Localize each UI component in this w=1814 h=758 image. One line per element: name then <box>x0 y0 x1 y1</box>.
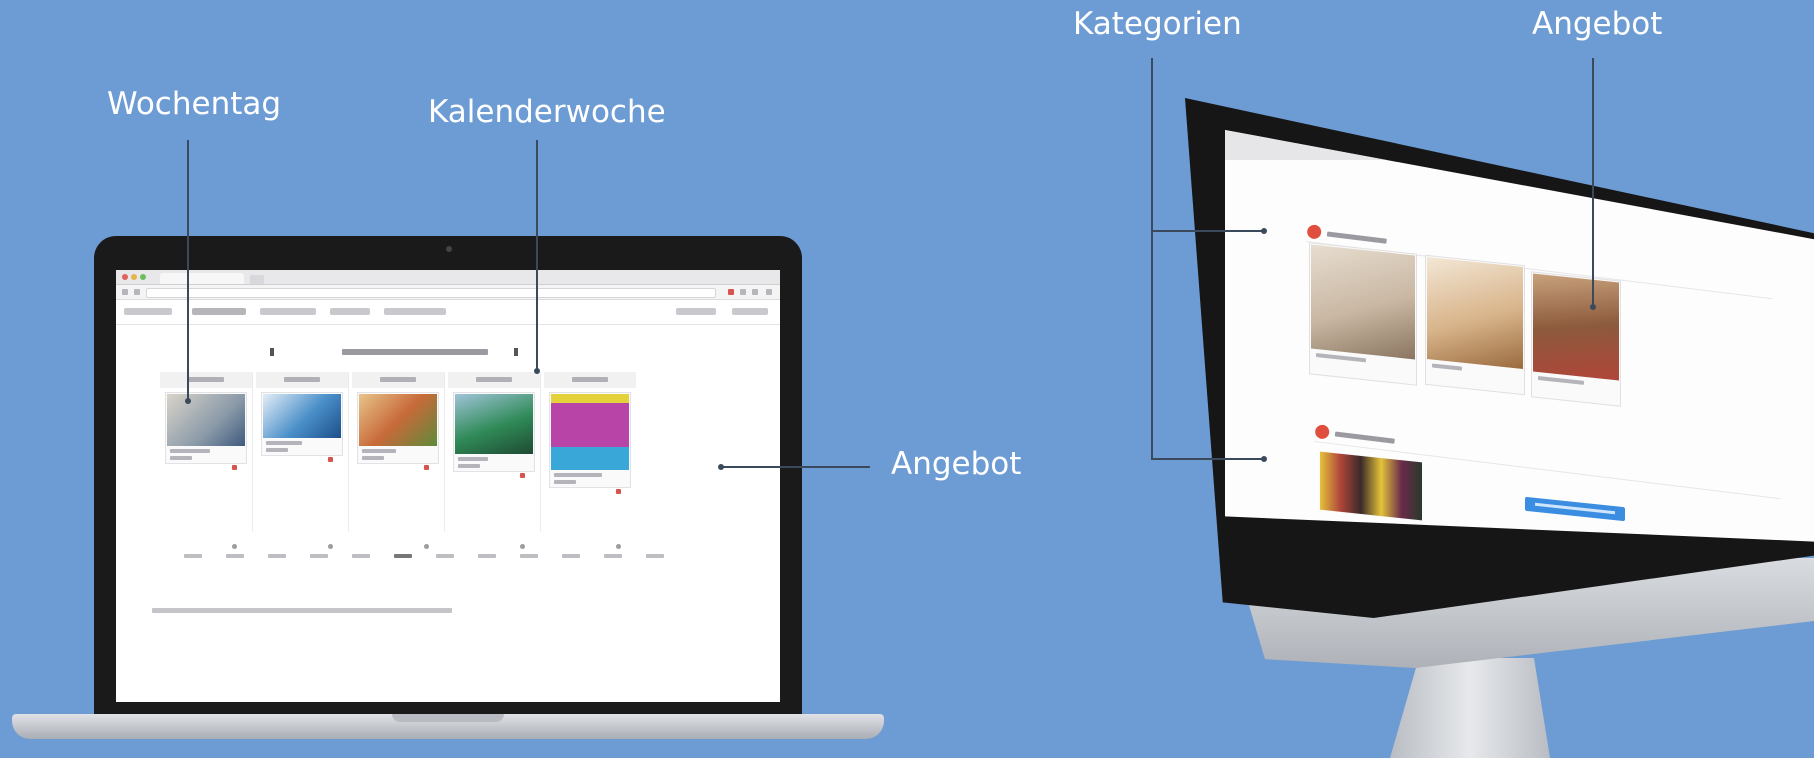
weekday-header <box>256 372 348 388</box>
add-icon[interactable] <box>232 544 237 549</box>
close-window-icon[interactable] <box>122 274 128 280</box>
address-bar <box>116 285 780 300</box>
offer-card[interactable] <box>1309 242 1417 386</box>
time-selector <box>176 540 676 570</box>
maximize-window-icon[interactable] <box>140 274 146 280</box>
imac-device <box>1185 98 1814 758</box>
calendar-week-nav <box>116 346 780 362</box>
offer-image <box>263 394 341 438</box>
callout-wochentag: Wochentag <box>107 86 282 122</box>
leader-dot <box>1261 228 1267 234</box>
callout-kategorien: Kategorien <box>1073 6 1242 42</box>
leader-dot <box>718 464 724 470</box>
leader-line <box>536 140 538 370</box>
offer-card[interactable] <box>357 392 439 470</box>
browser-tab[interactable] <box>160 273 244 284</box>
calendar-week-label <box>342 349 488 355</box>
leader-line <box>1151 230 1263 232</box>
leader-line <box>722 466 870 468</box>
imac-screen <box>1225 130 1814 542</box>
new-tab-button[interactable] <box>250 275 264 284</box>
prev-week-arrow-icon[interactable] <box>270 348 274 356</box>
offer-image <box>1533 273 1619 381</box>
offer-card[interactable] <box>1319 450 1423 522</box>
leader-dot <box>1261 456 1267 462</box>
offer-image <box>167 394 245 446</box>
category-label <box>1326 231 1387 244</box>
weekday-header <box>352 372 444 388</box>
delete-icon[interactable] <box>232 465 237 470</box>
offer-image <box>1320 451 1422 521</box>
offer-card[interactable] <box>1531 271 1621 407</box>
weekday-header <box>544 372 636 388</box>
nav-item-active[interactable] <box>192 308 246 315</box>
delete-icon[interactable] <box>328 457 333 462</box>
leader-dot <box>534 368 540 374</box>
leader-dot <box>185 398 191 404</box>
extension-icon[interactable] <box>728 289 734 295</box>
leader-line <box>187 140 189 402</box>
weekday-header <box>448 372 540 388</box>
add-icon[interactable] <box>520 544 525 549</box>
nav-item-right[interactable] <box>732 308 768 315</box>
wine-icon <box>1314 424 1330 440</box>
offer-image <box>551 394 629 470</box>
add-icon[interactable] <box>616 544 621 549</box>
nav-item[interactable] <box>384 308 446 315</box>
imac-stand <box>1390 658 1550 758</box>
minimize-window-icon[interactable] <box>131 274 137 280</box>
delete-icon[interactable] <box>520 473 525 478</box>
menu-icon[interactable] <box>766 289 772 295</box>
bookmark-icon[interactable] <box>740 289 746 295</box>
callout-angebot-imac: Angebot <box>1532 6 1663 42</box>
app-nav <box>116 300 780 325</box>
next-week-arrow-icon[interactable] <box>514 348 518 356</box>
offer-card[interactable] <box>453 392 535 478</box>
forward-icon[interactable] <box>134 289 140 295</box>
offer-card[interactable] <box>165 392 247 470</box>
footer-text <box>152 608 452 613</box>
leader-line <box>1592 58 1594 306</box>
weekday-header <box>160 372 252 388</box>
browser-tabbar <box>116 270 780 285</box>
coffee-icon <box>1306 224 1322 240</box>
leader-line <box>1151 58 1153 460</box>
nav-item[interactable] <box>330 308 370 315</box>
nav-item-right[interactable] <box>676 308 716 315</box>
nav-item[interactable] <box>260 308 316 315</box>
weekday-column <box>448 372 541 532</box>
category-coffee <box>1305 224 1773 300</box>
offer-image <box>359 394 437 446</box>
leader-dot <box>1590 304 1596 310</box>
category-wine <box>1313 424 1781 500</box>
delete-icon[interactable] <box>616 489 621 494</box>
add-icon[interactable] <box>424 544 429 549</box>
leader-line <box>1151 458 1263 460</box>
weekday-column <box>352 372 445 532</box>
offer-card[interactable] <box>549 392 631 494</box>
offer-image <box>455 394 533 454</box>
laptop-screen <box>116 270 780 702</box>
add-icon[interactable] <box>328 544 333 549</box>
offer-card[interactable] <box>1425 254 1525 396</box>
offer-image <box>1311 244 1415 360</box>
weekday-column <box>160 372 253 532</box>
url-input[interactable] <box>146 288 716 298</box>
back-icon[interactable] <box>122 289 128 295</box>
callout-angebot-laptop: Angebot <box>891 446 1022 482</box>
add-offer-button[interactable] <box>1525 496 1625 522</box>
weekday-column <box>256 372 349 532</box>
category-label <box>1334 431 1395 444</box>
offer-image <box>1427 256 1523 370</box>
delete-icon[interactable] <box>424 465 429 470</box>
offer-card[interactable] <box>261 392 343 462</box>
weekday-column <box>544 372 636 532</box>
laptop-device <box>94 236 802 720</box>
settings-icon[interactable] <box>752 289 758 295</box>
nav-item[interactable] <box>124 308 172 315</box>
laptop-camera <box>446 246 452 252</box>
callout-kalenderwoche: Kalenderwoche <box>428 94 666 130</box>
laptop-base <box>12 714 884 739</box>
